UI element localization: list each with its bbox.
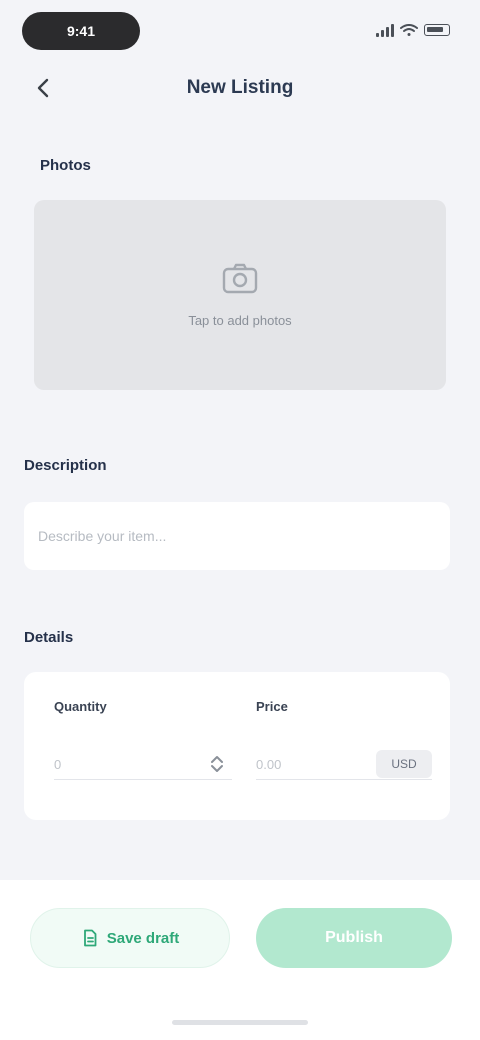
signal-icon xyxy=(376,23,394,37)
publish-button[interactable]: Publish xyxy=(256,908,452,968)
screen: 9:41 New Listing Photos Tap to add photo… xyxy=(0,0,480,1040)
details-card xyxy=(24,672,450,820)
description-input[interactable] xyxy=(38,524,428,548)
chevron-left-icon[interactable] xyxy=(32,76,56,100)
home-indicator xyxy=(172,1020,308,1025)
price-input[interactable] xyxy=(256,754,356,774)
status-bar: 9:41 xyxy=(0,0,480,64)
wifi-icon xyxy=(400,24,418,36)
document-icon xyxy=(83,929,97,947)
nav-bar: New Listing xyxy=(0,64,480,112)
price-label: Price xyxy=(256,699,288,714)
camera-icon xyxy=(222,263,258,294)
details-section-label: Details xyxy=(24,629,74,646)
upload-hint: Tap to add photos xyxy=(188,313,292,328)
currency-unit[interactable]: USD xyxy=(376,750,432,778)
photo-upload-area[interactable] xyxy=(34,200,446,390)
quantity-field[interactable] xyxy=(54,748,232,780)
photos-section-label: Photos xyxy=(40,157,91,174)
price-field[interactable]: USD xyxy=(256,748,432,780)
page-title: New Listing xyxy=(186,77,294,98)
status-icons xyxy=(376,22,450,38)
quantity-input[interactable] xyxy=(54,754,194,774)
status-time: 9:41 xyxy=(22,12,140,50)
quantity-label: Quantity xyxy=(54,699,107,714)
save-draft-label: Save draft xyxy=(106,929,180,947)
stepper-icon[interactable] xyxy=(206,754,228,774)
description-section-label: Description xyxy=(24,457,107,474)
battery-icon xyxy=(424,24,450,36)
save-draft-button[interactable]: Save draft xyxy=(30,908,230,968)
